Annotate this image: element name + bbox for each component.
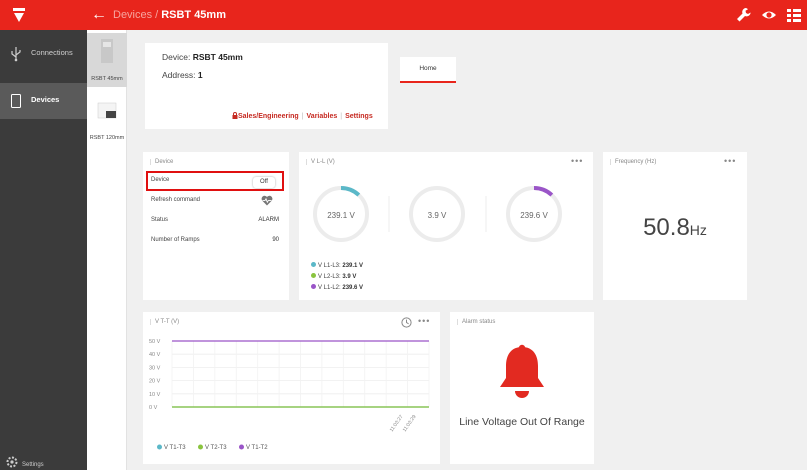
vtt-line-chart: 0 V10 V20 V30 V40 V50 V11:03:2711:03:29V… [149, 339, 430, 451]
gear-icon[interactable] [6, 456, 18, 468]
y-tick-label: 10 V [149, 392, 161, 398]
highlight-box [146, 171, 284, 191]
legend-dot [311, 273, 316, 278]
device-address-line: Address: 1 [162, 70, 203, 80]
legend-label[interactable]: V T2-T3 [205, 445, 227, 451]
breadcrumb-devices-link[interactable]: Devices [113, 9, 152, 21]
sidebar: Connections Devices Settings [0, 30, 87, 470]
tab-home[interactable]: Home [400, 57, 456, 83]
usb-icon [11, 47, 21, 62]
legend-dot [311, 284, 316, 289]
card-title: Device [150, 159, 173, 165]
sidebar-item-connections[interactable]: Connections [0, 36, 87, 72]
legend-dot [157, 444, 162, 450]
legend-dot [311, 262, 316, 267]
card-title: Frequency (Hz) [610, 159, 656, 165]
refresh-command-row: Refresh command [151, 194, 279, 208]
legend-dot [239, 444, 244, 450]
sidebar-item-devices[interactable]: Devices [0, 83, 87, 119]
active-tab-underline [400, 81, 456, 83]
device-tile-rsbt-45mm[interactable]: RSBT 45mm [87, 33, 127, 87]
device-links: Sales/Engineering | Variables | Settings [232, 112, 373, 120]
frequency-unit: Hz [689, 222, 707, 238]
device-icon [11, 94, 21, 108]
y-tick-label: 0 V [149, 405, 158, 411]
bell-icon [500, 344, 544, 398]
device-name: RSBT 45mm [192, 52, 243, 62]
status-row: Status ALARM [151, 217, 279, 223]
ramps-value: 90 [272, 237, 279, 243]
gauge-value: 239.6 V [520, 211, 548, 220]
gauge-arc [340, 186, 361, 197]
breadcrumb-current: RSBT 45mm [161, 9, 226, 21]
device-list: RSBT 45mm RSBT 120mm [87, 30, 127, 470]
frequency-card: Frequency (Hz) ••• 50.8Hz [603, 152, 747, 300]
y-tick-label: 40 V [149, 352, 161, 358]
settings-link[interactable]: Settings [345, 113, 373, 120]
status-value: ALARM [258, 217, 279, 223]
back-arrow-icon[interactable]: ← [91, 5, 107, 25]
top-bar: ← Devices / RSBT 45mm [0, 0, 807, 30]
vtt-card: V T-T (V) ••• 0 V 10 V 20 V 30 V 40 V 50 V 11:… [143, 312, 440, 464]
sidebar-settings-label[interactable]: Settings [22, 462, 44, 468]
frequency-readout: 50.8Hz [603, 214, 747, 242]
y-tick-label: 30 V [149, 365, 161, 371]
device-name-line: Device: RSBT 45mm [162, 52, 243, 62]
alarm-card: Alarm status Line Voltage Out Of Range [450, 312, 594, 464]
gauge-arc [533, 186, 554, 197]
gauge-value: 3.9 V [427, 211, 447, 220]
device-thumbnail-icon [101, 39, 113, 63]
legend-item: V L1-L3: 239.1 V [311, 262, 363, 269]
device-tile-label: RSBT 45mm [91, 76, 123, 82]
device-tile-rsbt-120mm[interactable]: RSBT 120mm [87, 92, 127, 146]
device-card: Device Device Off Refresh command Status… [143, 152, 289, 300]
vll-card: V L-L (V) ••• 239.1 V 3.9 V 239.6 V V L1… [299, 152, 593, 300]
legend-item: V L2-L3: 3.9 V [311, 273, 356, 280]
x-tick-label: 11:03:29 [402, 414, 418, 433]
y-tick-label: 20 V [149, 379, 161, 385]
sales-engineering-link[interactable]: Sales/Engineering [238, 113, 299, 120]
legend-dot [198, 444, 203, 450]
card-title: Alarm status [457, 319, 495, 325]
device-tile-label: RSBT 120mm [89, 135, 125, 141]
variables-link[interactable]: Variables [307, 113, 338, 120]
grid-menu-icon[interactable] [786, 7, 802, 23]
eye-icon[interactable] [761, 7, 777, 23]
frequency-value: 50.8 [643, 214, 690, 241]
y-tick-label: 50 V [149, 339, 161, 345]
breadcrumb: Devices / RSBT 45mm [113, 9, 226, 21]
heartbeat-icon[interactable] [261, 195, 273, 206]
vll-gauges [313, 186, 562, 242]
legend-label[interactable]: V T1-T2 [246, 445, 268, 451]
ramps-row: Number of Ramps 90 [151, 237, 279, 243]
sidebar-item-label: Devices [31, 95, 60, 104]
alarm-message: Line Voltage Out Of Range [459, 416, 585, 428]
more-menu-icon[interactable]: ••• [724, 156, 736, 166]
device-info-card: Device: RSBT 45mm Address: 1 Sales/Engin… [145, 43, 456, 129]
device-address: 1 [197, 70, 203, 80]
device-thumbnail-icon [97, 102, 117, 119]
legend-item: V L1-L2: 239.6 V [311, 284, 363, 291]
logo-icon [13, 8, 25, 22]
sidebar-item-label: Connections [31, 48, 73, 57]
legend-label[interactable]: V T1-T3 [164, 445, 186, 451]
wrench-icon[interactable] [736, 7, 752, 23]
gauge-value: 239.1 V [327, 211, 355, 220]
